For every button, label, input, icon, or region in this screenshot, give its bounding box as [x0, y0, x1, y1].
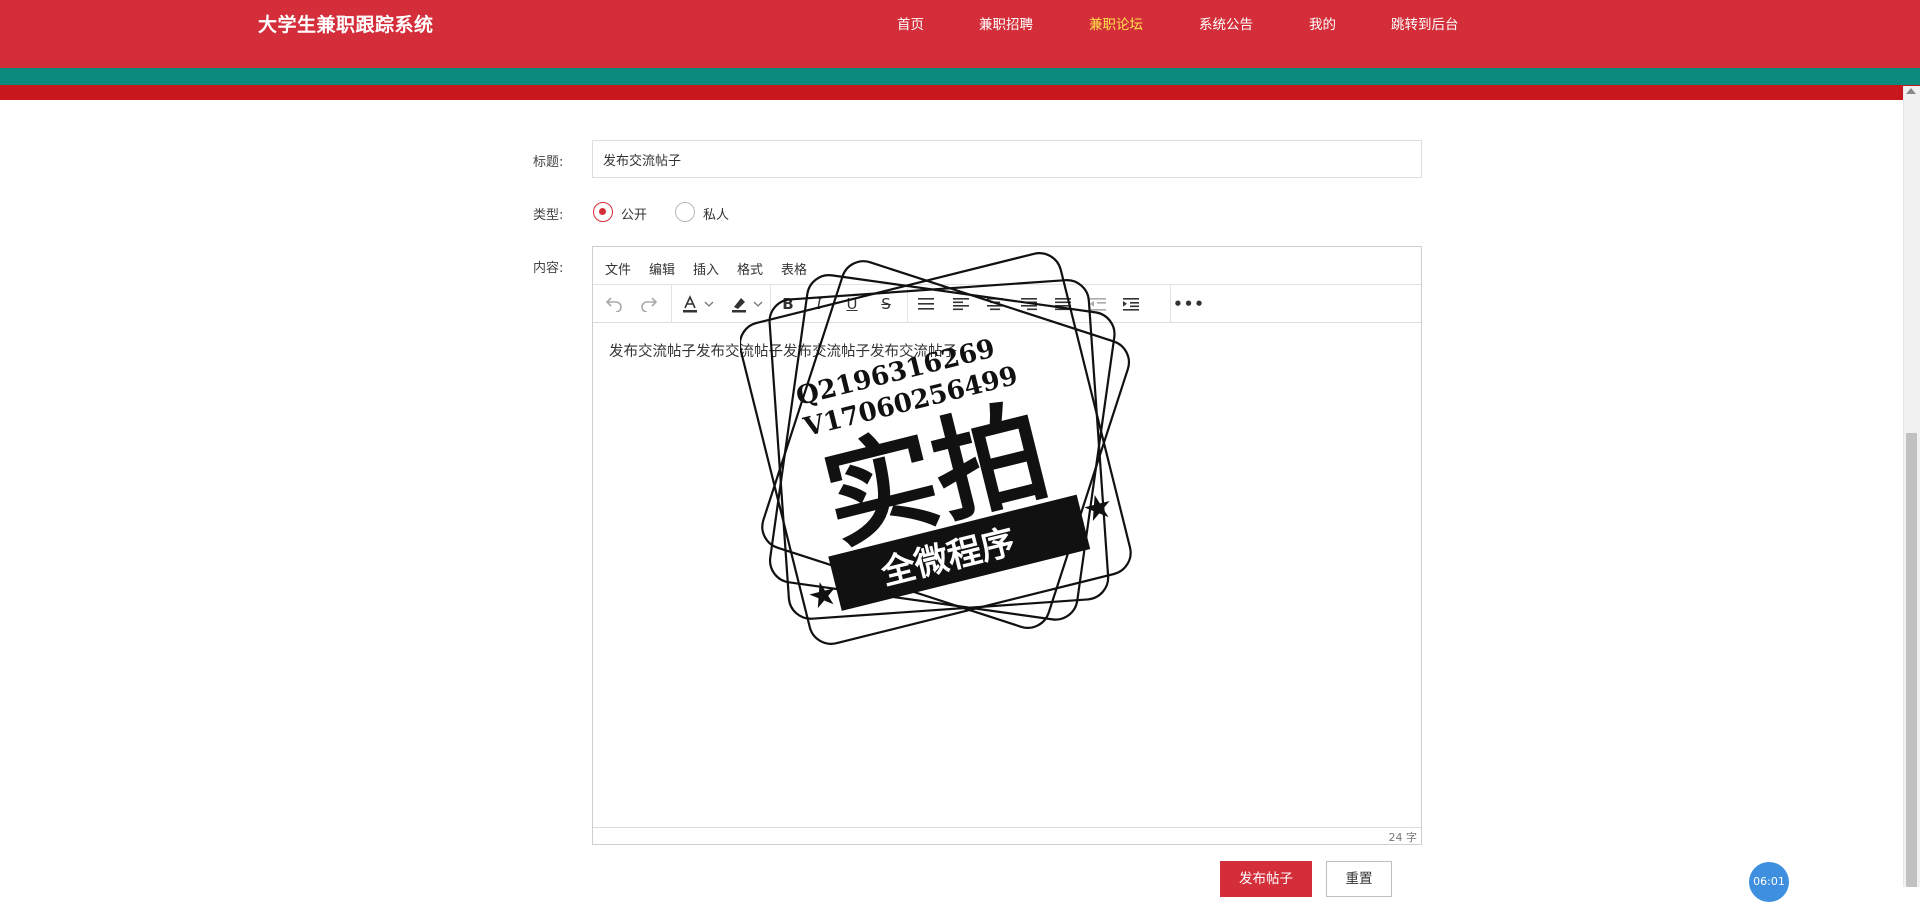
bold-icon[interactable]: B	[775, 292, 801, 316]
editor-statusbar: 24 字	[593, 827, 1421, 844]
submit-post-button[interactable]: 发布帖子	[1220, 861, 1312, 897]
title-label: 标题:	[533, 155, 564, 170]
type-radio-public-label[interactable]: 公开	[621, 204, 647, 223]
nav-item-mine[interactable]: 我的	[1309, 13, 1336, 33]
bullet-list-icon[interactable]	[913, 292, 939, 316]
menu-insert[interactable]: 插入	[693, 259, 719, 278]
nav-item-announcements[interactable]: 系统公告	[1199, 13, 1253, 33]
strikethrough-icon[interactable]: S	[873, 292, 899, 316]
type-label: 类型:	[533, 208, 564, 223]
toolbar-separator	[907, 285, 908, 323]
menu-edit[interactable]: 编辑	[649, 259, 675, 278]
nav-item-forum[interactable]: 兼职论坛	[1089, 13, 1143, 33]
editor-content-text: 发布交流帖子发布交流帖子发布交流帖子发布交流帖子	[609, 344, 957, 360]
toolbar-separator	[1170, 285, 1171, 323]
outdent-icon[interactable]	[1085, 292, 1111, 316]
redo-icon[interactable]	[636, 292, 662, 316]
nav-item-home[interactable]: 首页	[897, 13, 924, 33]
indent-icon[interactable]	[1118, 292, 1144, 316]
underline-icon[interactable]: U	[839, 292, 865, 316]
editor-menubar: 文件 编辑 插入 格式 表格	[593, 247, 1421, 285]
highlight-chevron-down-icon[interactable]	[752, 292, 764, 316]
content-label: 内容:	[533, 261, 564, 276]
align-left-icon[interactable]	[948, 292, 974, 316]
header-red-stripe	[0, 85, 1920, 100]
toolbar-separator	[770, 285, 771, 323]
type-radio-private-label[interactable]: 私人	[703, 204, 729, 223]
header-teal-stripe	[0, 68, 1920, 85]
editor-content-area[interactable]: 发布交流帖子发布交流帖子发布交流帖子发布交流帖子	[593, 324, 1421, 828]
rich-text-editor: 文件 编辑 插入 格式 表格 B I U S ••• 发布交流帖子发布交流帖子发…	[592, 246, 1422, 845]
more-icon[interactable]: •••	[1173, 292, 1204, 316]
top-header: 大学生兼职跟踪系统 首页 兼职招聘 兼职论坛 系统公告 我的 跳转到后台	[0, 0, 1920, 68]
nav-item-jobs[interactable]: 兼职招聘	[979, 13, 1033, 33]
floating-timer-badge[interactable]: 06:01	[1749, 862, 1789, 902]
title-input[interactable]	[592, 140, 1422, 178]
menu-table[interactable]: 表格	[781, 259, 807, 278]
reset-button[interactable]: 重置	[1326, 861, 1392, 897]
toolbar-separator	[671, 285, 672, 323]
menu-file[interactable]: 文件	[605, 259, 631, 278]
menu-format[interactable]: 格式	[737, 259, 763, 278]
align-right-icon[interactable]	[1016, 292, 1042, 316]
text-color-icon[interactable]	[677, 292, 703, 316]
word-count: 24 字	[1388, 831, 1418, 844]
main-nav: 首页 兼职招聘 兼职论坛 系统公告 我的 跳转到后台	[0, 13, 1920, 35]
nav-item-admin[interactable]: 跳转到后台	[1391, 13, 1459, 33]
scrollbar-thumb[interactable]	[1906, 433, 1917, 887]
editor-toolbar: B I U S •••	[593, 285, 1421, 323]
align-center-icon[interactable]	[982, 292, 1008, 316]
text-color-chevron-down-icon[interactable]	[703, 292, 715, 316]
italic-icon[interactable]: I	[806, 292, 832, 316]
align-justify-icon[interactable]	[1050, 292, 1076, 316]
highlight-color-icon[interactable]	[726, 292, 752, 316]
type-radio-public[interactable]	[593, 202, 613, 222]
scroll-up-arrow-icon[interactable]	[1906, 88, 1916, 94]
undo-icon[interactable]	[601, 292, 627, 316]
type-radio-private[interactable]	[675, 202, 695, 222]
